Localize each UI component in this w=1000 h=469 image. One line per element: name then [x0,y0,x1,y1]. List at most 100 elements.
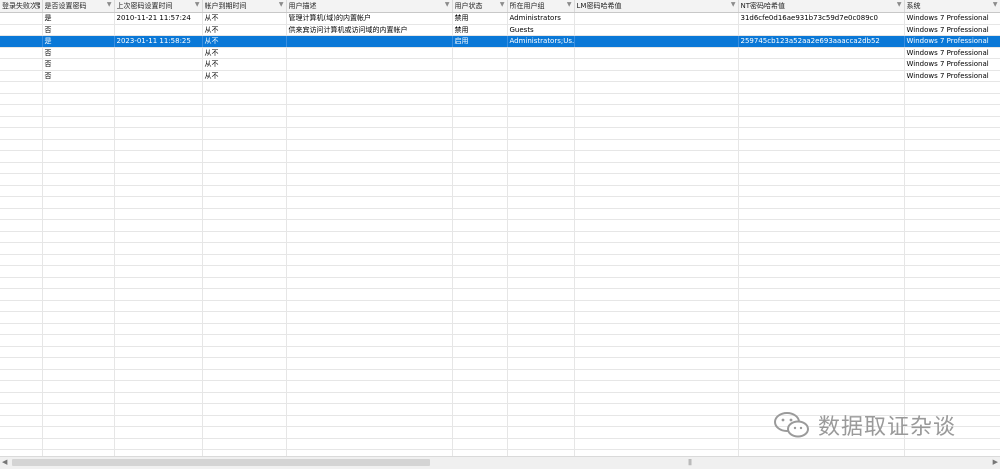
table-cell[interactable] [0,58,43,71]
column-header[interactable]: 系统 ▼ [904,0,1000,13]
table-cell[interactable]: 否 [42,24,115,36]
filter-icon[interactable]: ▼ [993,1,998,8]
table-row[interactable]: 否 从不 Windows 7 Professional [0,70,1000,82]
table-cell[interactable] [574,12,739,25]
table-cell[interactable]: Windows 7 Professional [904,47,1000,59]
horizontal-scrollbar[interactable]: ◀ ||| ▶ [0,456,1000,469]
table-cell[interactable]: Windows 7 Professional [904,12,1000,25]
table-cell[interactable] [0,12,43,25]
filter-icon[interactable]: ▼ [107,1,112,8]
table-cell[interactable]: Administrators;Us... [507,35,575,48]
filter-icon[interactable]: ▼ [500,1,505,8]
table-cell[interactable]: Administrators [507,12,575,25]
table-cell[interactable]: 是 [42,12,115,25]
table-cell[interactable] [114,47,203,59]
table-cell[interactable]: 259745cb123a52aa2e693aaacca2db52 [738,35,905,48]
empty-cell [42,254,115,266]
table-cell[interactable]: 否 [42,47,115,59]
table-cell[interactable] [574,70,739,82]
scrollbar-grip-icon[interactable]: ||| [688,459,692,466]
table-cell[interactable] [0,35,43,48]
table-cell[interactable] [0,70,43,82]
empty-cell [0,185,43,197]
empty-cell [286,403,453,416]
table-cell[interactable] [738,58,905,71]
table-cell[interactable]: 从不 [202,70,287,82]
column-header[interactable]: 上次密码设置时间 ▼ [114,0,203,13]
table-cell[interactable]: 否 [42,58,115,71]
table-cell[interactable]: Windows 7 Professional [904,70,1000,82]
table-cell[interactable] [452,70,508,82]
table-cell[interactable] [738,70,905,82]
filter-icon[interactable]: ▼ [279,1,284,8]
table-cell[interactable] [574,24,739,36]
empty-cell [738,162,905,174]
table-cell[interactable] [507,47,575,59]
table-cell[interactable] [286,35,453,48]
column-header[interactable]: NT密码哈希值 ▼ [738,0,905,13]
table-cell[interactable]: 从不 [202,47,287,59]
filter-icon[interactable]: ▼ [567,1,572,8]
table-cell[interactable] [452,47,508,59]
column-header[interactable]: 帐户到期时间 ▼ [202,0,287,13]
table-cell[interactable]: 从不 [202,58,287,71]
table-row[interactable]: 否 从不 Windows 7 Professional [0,47,1000,59]
table-cell[interactable]: Guests [507,24,575,36]
table-cell[interactable] [574,47,739,59]
table-cell[interactable] [114,24,203,36]
column-header[interactable]: 用户描述 ▼ [286,0,453,13]
table-cell[interactable]: 2023-01-11 11:58:25 [114,35,203,48]
table-cell[interactable]: 从不 [202,24,287,36]
filter-icon[interactable]: ▼ [195,1,200,8]
scroll-left-arrow-icon[interactable]: ◀ [2,458,7,466]
table-cell[interactable] [0,24,43,36]
table-row[interactable]: 是 2010-11-21 11:57:24 从不 管理计算机(域)的内置帐户 禁用 Adm… [0,12,1000,25]
table-cell[interactable] [574,35,739,48]
empty-row [0,300,1000,312]
table-cell[interactable]: 否 [42,70,115,82]
table-cell[interactable] [574,58,739,71]
table-cell[interactable] [286,47,453,59]
table-row[interactable]: 否 从不 供来宾访问计算机或访问域的内置帐户 禁用 Guests Windows 7 Pr… [0,24,1000,36]
column-header[interactable]: 登录失败次数▼ [0,0,43,13]
scrollbar-thumb[interactable] [12,459,430,466]
table-cell[interactable]: 禁用 [452,24,508,36]
table-cell[interactable]: Windows 7 Professional [904,24,1000,36]
table-cell[interactable] [738,47,905,59]
table-cell[interactable] [738,24,905,36]
column-header[interactable]: 是否设置密码 ▼ [42,0,115,13]
table-cell[interactable] [286,70,453,82]
table-cell[interactable]: 是 [42,35,115,48]
table-row[interactable]: 否 从不 Windows 7 Professional [0,58,1000,71]
filter-icon[interactable]: ▼ [897,1,902,8]
column-header[interactable]: 用户状态 ▼ [452,0,508,13]
table-cell[interactable]: 启用 [452,35,508,48]
empty-cell [114,426,203,439]
scroll-right-arrow-icon[interactable]: ▶ [993,458,998,466]
table-cell[interactable] [114,70,203,82]
empty-cell [114,242,203,255]
empty-cell [202,185,287,197]
table-cell[interactable] [507,70,575,82]
filter-icon[interactable]: ▼ [445,1,450,8]
table-cell[interactable]: 供来宾访问计算机或访问域的内置帐户 [286,24,453,36]
table-cell[interactable]: 从不 [202,35,287,48]
table-cell[interactable] [114,58,203,71]
table-cell[interactable]: 从不 [202,12,287,25]
filter-icon[interactable]: ▼ [35,1,40,8]
table-cell[interactable] [452,58,508,71]
filter-icon[interactable]: ▼ [731,1,736,8]
table-cell[interactable]: 禁用 [452,12,508,25]
table-cell[interactable]: Windows 7 Professional [904,58,1000,71]
column-header[interactable]: 所在用户组 ▼ [507,0,575,13]
table-row[interactable]: 是 2023-01-11 11:58:25 从不 启用 Administrators;U… [0,35,1000,48]
table-cell[interactable] [0,47,43,59]
empty-cell [114,231,203,243]
table-cell[interactable]: 31d6cfe0d16ae931b73c59d7e0c089c0 [738,12,905,25]
table-cell[interactable] [286,58,453,71]
table-cell[interactable]: Windows 7 Professional [904,35,1000,48]
table-cell[interactable]: 2010-11-21 11:57:24 [114,12,203,25]
column-header[interactable]: LM密码哈希值 ▼ [574,0,739,13]
table-cell[interactable]: 管理计算机(域)的内置帐户 [286,12,453,25]
table-cell[interactable] [507,58,575,71]
